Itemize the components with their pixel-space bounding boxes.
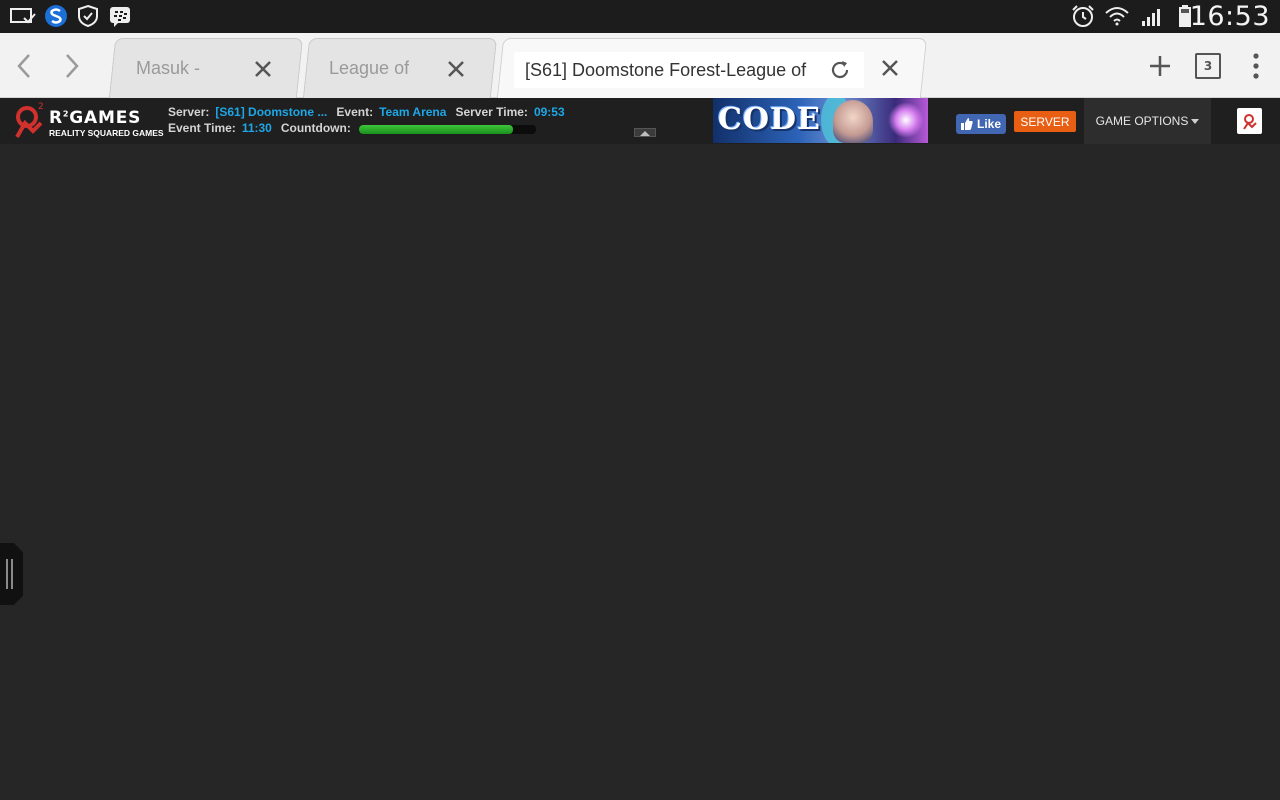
close-icon: [882, 60, 898, 76]
server-info-row: Server: [S61] Doomstone ... Event: Team …: [168, 105, 574, 119]
chevron-right-icon: [66, 54, 79, 78]
alarm-icon: [1070, 4, 1096, 28]
banner-title: CODE: [718, 102, 821, 137]
status-clock: 16:53: [1189, 1, 1270, 32]
reload-button[interactable]: [828, 58, 852, 82]
tab-title: Masuk -: [136, 57, 201, 78]
close-icon: [448, 61, 464, 77]
logo-subtitle: REALITY SQUARED GAMES: [49, 128, 164, 138]
url-bar[interactable]: [S61] Doomstone Forest-League of: [514, 52, 864, 88]
caret-down-icon: [1191, 119, 1200, 124]
countdown-progress-bar: [359, 125, 536, 134]
plus-icon: [1150, 56, 1170, 76]
tab-count: 3: [1195, 53, 1221, 79]
back-button[interactable]: [8, 49, 42, 83]
active-tab-title: [S61] Doomstone Forest-League of: [525, 60, 807, 80]
wifi-icon: [1104, 4, 1130, 28]
side-drawer-handle[interactable]: [0, 543, 23, 605]
shield-check-icon: [75, 4, 101, 28]
facebook-like-button[interactable]: Like: [956, 114, 1006, 134]
r2games-logo[interactable]: 2 R2GAMES REALITY SQUARED GAMES: [13, 101, 164, 141]
event-time-label: Event Time:: [168, 121, 236, 135]
event-label: Event:: [336, 105, 374, 119]
bbm-icon: [107, 4, 133, 28]
close-tab-button[interactable]: [251, 57, 275, 81]
svg-text:2: 2: [38, 102, 44, 112]
logo-text: R2GAMES: [49, 108, 142, 128]
chevron-left-icon: [17, 54, 30, 78]
server-value[interactable]: [S61] Doomstone ...: [215, 105, 327, 119]
server-time-label: Server Time:: [455, 105, 528, 119]
r2-logo-icon: 2: [15, 102, 44, 138]
thumbs-up-icon: [960, 118, 973, 130]
close-tab-button[interactable]: [444, 57, 468, 81]
s-app-icon: [43, 4, 69, 28]
server-button[interactable]: SERVER: [1014, 111, 1076, 132]
tab-title: League of: [329, 57, 410, 78]
collapse-header-button[interactable]: [634, 128, 656, 137]
close-tab-button[interactable]: [878, 56, 902, 80]
r2-profile-icon: [1242, 114, 1257, 130]
profile-button[interactable]: [1237, 108, 1262, 134]
screen-mirror-icon: [10, 4, 36, 28]
countdown-label: Countdown:: [280, 121, 351, 135]
close-icon: [255, 61, 271, 77]
server-time-value: 09:53: [533, 105, 565, 119]
event-value: Team Arena: [379, 105, 447, 119]
signal-icon: [1140, 4, 1166, 28]
game-options-dropdown[interactable]: GAME OPTIONS: [1084, 98, 1211, 144]
tab-switcher-button[interactable]: 3: [1191, 49, 1225, 83]
event-time-value: 11:30: [241, 121, 272, 135]
forward-button[interactable]: [54, 49, 88, 83]
more-vert-icon: [1253, 53, 1259, 79]
character-portrait: [833, 100, 873, 143]
countdown-progress-fill: [359, 125, 513, 134]
browser-toolbar: Masuk - League of [S61] Doomstone Forest…: [0, 33, 1280, 98]
server-label: Server:: [168, 105, 210, 119]
tab-league-of-content[interactable]: League of: [329, 38, 439, 98]
menu-button[interactable]: [1239, 49, 1273, 83]
game-options-label: GAME OPTIONS: [1095, 114, 1189, 128]
code-ad-banner[interactable]: CODE: [713, 98, 928, 143]
like-label: Like: [976, 117, 1001, 131]
reload-icon: [831, 61, 849, 79]
status-bar: 16:53: [0, 0, 1280, 33]
event-time-row: Event Time: 11:30 Countdown:: [168, 121, 357, 135]
new-tab-button[interactable]: [1143, 49, 1177, 83]
caret-up-icon: [640, 130, 650, 136]
